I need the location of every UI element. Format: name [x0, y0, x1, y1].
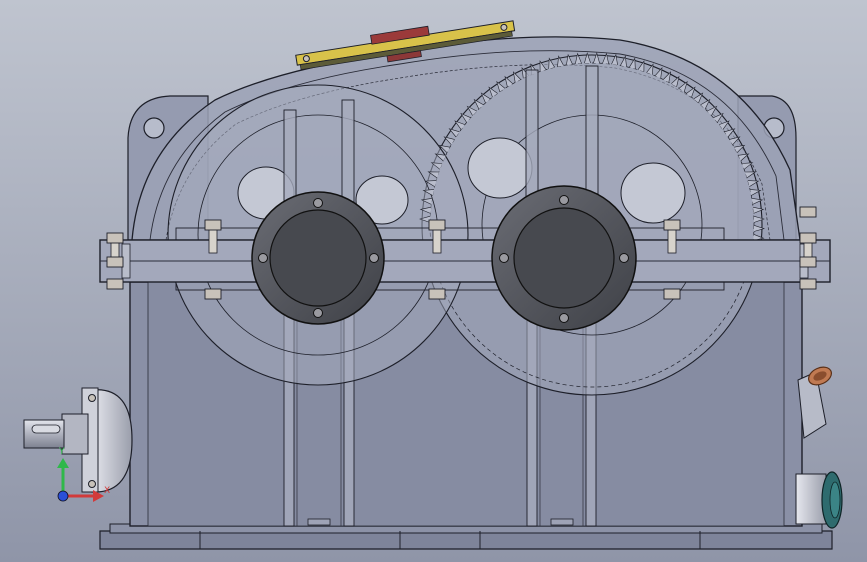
bolt-nut: [428, 288, 446, 300]
bearing-cap-left: [251, 191, 385, 325]
bolt-head: [663, 219, 681, 231]
bolt-head: [799, 232, 817, 244]
bolt-shank: [432, 228, 442, 254]
bearing-cap-right: [491, 185, 637, 331]
gearbox-base: [99, 523, 833, 550]
bolt-nut: [106, 256, 124, 268]
bolt-nut: [204, 288, 222, 300]
gearbox-drawing[interactable]: Y X: [0, 0, 867, 562]
bolt-head: [799, 206, 817, 218]
bolt-head: [106, 232, 124, 244]
bolt-nut: [799, 278, 817, 290]
bolt-nut: [799, 256, 817, 268]
cad-viewport[interactable]: Y X: [0, 0, 867, 562]
triad-y-label: Y: [58, 447, 65, 457]
bolt-head: [204, 219, 222, 231]
bolt-nut: [663, 288, 681, 300]
bolt-nut: [106, 278, 124, 290]
bolt-head: [428, 219, 446, 231]
bolt-shank: [208, 228, 218, 254]
triad-x-label: X: [104, 486, 110, 496]
oil-drain-plug[interactable]: [795, 471, 843, 529]
bolt-shank: [667, 228, 677, 254]
